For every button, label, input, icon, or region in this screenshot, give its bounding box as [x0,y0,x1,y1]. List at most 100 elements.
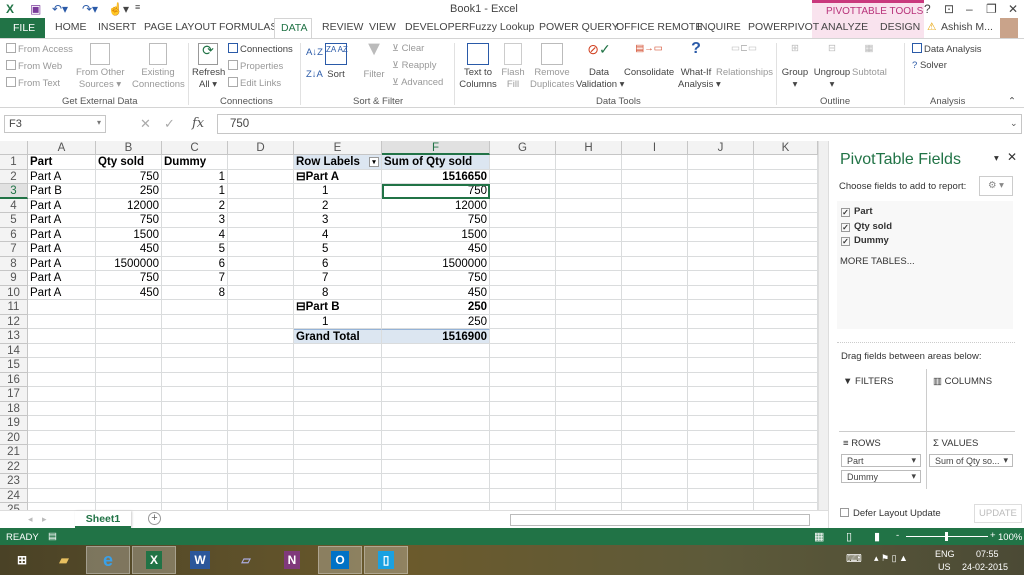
cell-D1[interactable] [228,155,294,170]
existing-connections-button[interactable]: Existing Connections [132,43,185,91]
cell-G15[interactable] [490,358,556,373]
cell-C17[interactable] [162,387,228,402]
cell-B15[interactable] [96,358,162,373]
zoom-level[interactable]: 100% [998,532,1022,543]
cell-B8[interactable]: 1500000 [96,256,162,271]
cell-A13[interactable] [28,329,96,344]
cell-K4[interactable] [754,198,818,213]
group-button[interactable]: ⊞ Group ▾ [780,43,810,91]
cell-C16[interactable] [162,372,228,387]
cell-H6[interactable] [556,227,622,242]
customize-qat-icon[interactable]: ≡ [135,2,140,12]
user-avatar[interactable] [1000,18,1018,38]
cell-B2[interactable]: 750 [96,169,162,184]
touch-mode-icon[interactable]: ☝▾ [108,2,129,16]
cell-H1[interactable] [556,155,622,170]
cell-K13[interactable] [754,329,818,344]
cell-H16[interactable] [556,372,622,387]
cell-G8[interactable] [490,256,556,271]
tab-developer[interactable]: DEVELOPER [405,21,469,33]
cell-C19[interactable] [162,416,228,431]
cell-C24[interactable] [162,488,228,503]
cell-A3[interactable]: Part B [28,184,96,199]
cell-G18[interactable] [490,401,556,416]
pane-options-icon[interactable]: ▾ [994,153,999,164]
cell-F20[interactable] [382,430,490,445]
cell-F2[interactable]: 1516650 [382,169,490,184]
cell-I11[interactable] [622,300,688,315]
cell-G1[interactable] [490,155,556,170]
cell-J18[interactable] [688,401,754,416]
cell-D23[interactable] [228,474,294,489]
cell-C4[interactable]: 2 [162,198,228,213]
cell-K8[interactable] [754,256,818,271]
tab-design[interactable]: DESIGN [880,21,920,33]
cell-A17[interactable] [28,387,96,402]
refresh-all-button[interactable]: ⟳ Refresh All ▾ [192,43,225,91]
cell-I21[interactable] [622,445,688,460]
what-if-analysis-button[interactable]: ? What-If Analysis ▾ [678,41,721,91]
cell-J11[interactable] [688,300,754,315]
row-header[interactable]: 25 [0,503,28,510]
relationships-button[interactable]: ▭⊏▭ Relationships [716,43,773,79]
defer-layout-checkbox[interactable]: Defer Layout Update [840,508,941,519]
cell-K15[interactable] [754,358,818,373]
enter-icon[interactable]: ✓ [164,116,175,132]
cell-D15[interactable] [228,358,294,373]
cell-A21[interactable] [28,445,96,460]
cell-A20[interactable] [28,430,96,445]
cell-B14[interactable] [96,343,162,358]
cell-C23[interactable] [162,474,228,489]
cell-K11[interactable] [754,300,818,315]
row-header[interactable]: 15 [0,358,28,373]
undo-icon[interactable]: ↶▾ [52,2,68,16]
clock-date[interactable]: 24-02-2015 [962,562,1008,572]
cell-J24[interactable] [688,488,754,503]
cell-C12[interactable] [162,314,228,329]
cell-G20[interactable] [490,430,556,445]
cell-I12[interactable] [622,314,688,329]
cell-D24[interactable] [228,488,294,503]
cell-F10[interactable]: 450 [382,285,490,300]
name-box[interactable]: F3 ▾ [4,115,106,133]
tab-analyze[interactable]: ANALYZE [821,21,868,33]
cell-E24[interactable] [294,488,382,503]
cell-D8[interactable] [228,256,294,271]
values-field-sum-qty[interactable]: Sum of Qty so... [929,454,1013,467]
cell-H23[interactable] [556,474,622,489]
from-other-sources-button[interactable]: From Other Sources ▾ [76,43,125,91]
cell-E9[interactable]: 7 [294,271,382,286]
cell-I6[interactable] [622,227,688,242]
row-header[interactable]: 1 [0,155,28,170]
tab-data[interactable]: DATA [274,18,312,39]
cell-F11[interactable]: 250 [382,300,490,315]
cell-K20[interactable] [754,430,818,445]
cell-A24[interactable] [28,488,96,503]
cell-E7[interactable]: 5 [294,242,382,257]
cell-C20[interactable] [162,430,228,445]
row-header[interactable]: 6 [0,227,28,242]
row-header[interactable]: 4 [0,198,28,213]
cell-A19[interactable] [28,416,96,431]
cell-D20[interactable] [228,430,294,445]
column-header-E[interactable]: E [294,141,382,155]
column-header-D[interactable]: D [228,141,294,155]
cell-B20[interactable] [96,430,162,445]
cell-E15[interactable] [294,358,382,373]
row-header[interactable]: 21 [0,445,28,460]
cell-J16[interactable] [688,372,754,387]
cell-D10[interactable] [228,285,294,300]
cell-H2[interactable] [556,169,622,184]
tray-icons[interactable]: ▴ ⚑ ▯ ▲ [874,553,908,564]
cell-C18[interactable] [162,401,228,416]
cell-J23[interactable] [688,474,754,489]
clear-button[interactable]: ⊻ Clear [392,43,424,55]
cell-B12[interactable] [96,314,162,329]
cell-E18[interactable] [294,401,382,416]
tab-insert[interactable]: INSERT [98,21,136,33]
cell-H18[interactable] [556,401,622,416]
excel-taskbar-icon[interactable]: X [132,546,176,574]
row-header[interactable]: 9 [0,271,28,286]
cell-I17[interactable] [622,387,688,402]
field-qty-sold[interactable]: ✓ Qty sold [841,221,892,232]
